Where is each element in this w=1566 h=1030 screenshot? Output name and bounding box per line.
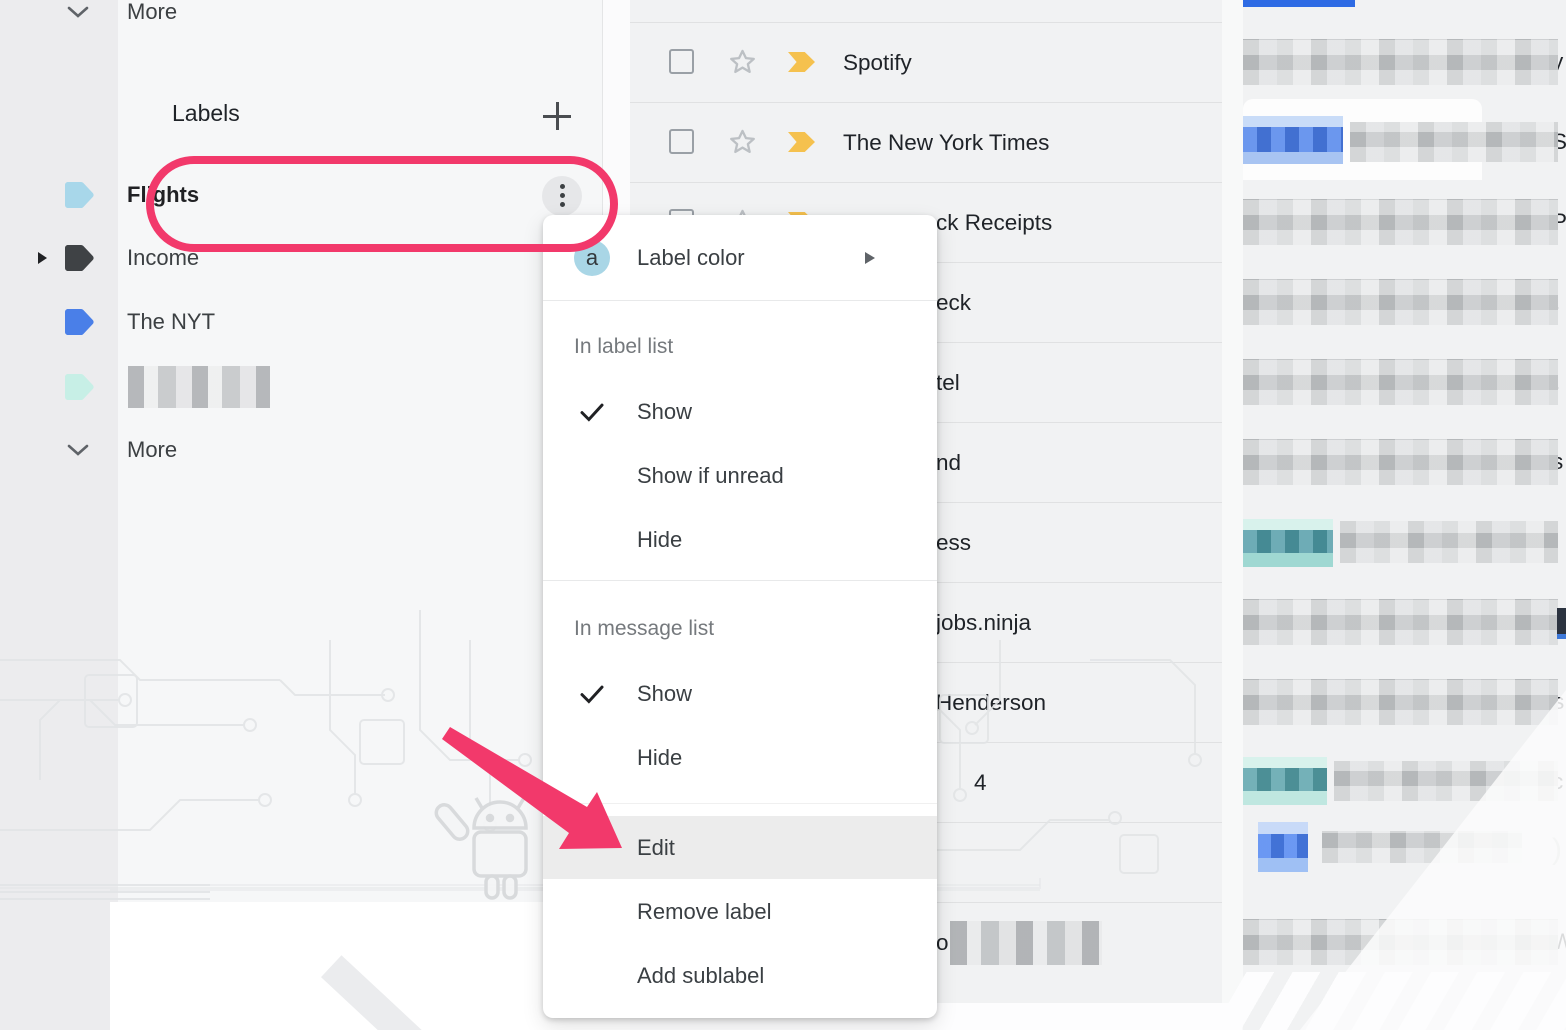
thread-count: 4 <box>974 743 987 822</box>
menu-item-label: Remove label <box>543 899 772 925</box>
star-icon[interactable] <box>726 46 759 79</box>
redacted-link-fragment <box>1243 0 1355 7</box>
sidebar-item-label: Income <box>127 245 199 271</box>
window-left-margin <box>0 0 118 1030</box>
create-label-button[interactable] <box>542 102 572 132</box>
menu-item-label: Hide <box>543 745 682 771</box>
sender-name-fragment: Henderson <box>936 663 1046 742</box>
menu-item-label: Show <box>543 399 692 425</box>
menu-item-label: Show <box>543 681 692 707</box>
sender-name-fragment: ess <box>936 503 971 582</box>
menu-item-label: Show if unread <box>543 463 784 489</box>
gmail-labels-screenshot: More Labels Flights Income The NYT More … <box>0 0 1566 1030</box>
expand-arrow-icon[interactable] <box>38 252 47 264</box>
menu-item-show-if-unread[interactable]: Show if unread <box>543 444 937 508</box>
sidebar-item-label: More <box>127 437 177 463</box>
redacted-colored-chunk <box>1243 116 1343 164</box>
label-color-avatar: a <box>574 240 610 276</box>
sidebar-item-label: Flights <box>127 182 199 208</box>
importance-marker-icon[interactable] <box>788 132 815 152</box>
redacted-subject-row <box>1243 919 1558 965</box>
menu-item-show-label-list[interactable]: Show <box>543 380 937 444</box>
list-right-gutter <box>1222 0 1243 1030</box>
sidebar-item-label: The NYT <box>127 309 215 335</box>
menu-item-show-message-list[interactable]: Show <box>543 662 937 726</box>
importance-marker-icon[interactable] <box>788 52 815 72</box>
redacted-subject-row <box>1322 831 1522 863</box>
sender-name-fragment: o <box>936 903 949 982</box>
redacted-subject-row <box>1350 122 1558 162</box>
sender-name: The New York Times <box>843 103 1049 182</box>
menu-item-remove-label[interactable]: Remove label <box>543 880 937 944</box>
label-tag-icon <box>64 374 95 400</box>
redacted-subject-row <box>1243 199 1558 245</box>
menu-item-label-color[interactable]: a Label color <box>543 215 937 301</box>
label-tag-icon <box>64 245 95 271</box>
redacted-subject-row <box>1243 599 1558 645</box>
sender-name-fragment: eck <box>936 263 971 342</box>
sender-name-fragment: jobs.ninja <box>936 583 1031 662</box>
chevron-down-icon <box>67 6 89 18</box>
redacted-subject-row <box>1340 521 1558 563</box>
label-options-button[interactable] <box>542 176 582 216</box>
select-checkbox[interactable] <box>669 49 694 74</box>
redacted-subject-row <box>1243 39 1558 85</box>
redacted-colored-chunk <box>1258 822 1308 872</box>
sender-name: Spotify <box>843 23 912 102</box>
emoji-fragment <box>1557 608 1566 639</box>
sidebar <box>118 0 603 1030</box>
redacted-subject-row <box>1243 359 1558 405</box>
submenu-arrow-icon <box>865 252 875 264</box>
mail-row[interactable]: Spotify <box>630 22 1222 102</box>
select-checkbox[interactable] <box>669 129 694 154</box>
check-icon <box>577 679 607 709</box>
sidebar-item-label: More <box>127 0 177 25</box>
menu-item-label: Add sublabel <box>543 963 764 989</box>
sender-name-fragment: tel <box>936 343 960 422</box>
sender-name-fragment: ck Receipts <box>936 183 1052 262</box>
redacted-colored-chunk <box>1243 519 1333 567</box>
redacted-subject-row <box>1243 279 1558 325</box>
menu-divider <box>543 300 937 301</box>
menu-divider <box>543 580 937 581</box>
label-options-menu: a Label color In label list Show Show if… <box>543 215 937 1018</box>
redacted-subject-row <box>1243 439 1558 485</box>
sender-name-fragment: nd <box>936 423 961 502</box>
redacted-colored-chunk <box>1243 757 1327 805</box>
menu-item-add-sublabel[interactable]: Add sublabel <box>543 944 937 1008</box>
redacted-subject-row <box>1334 761 1558 801</box>
menu-item-edit[interactable]: Edit <box>543 816 937 879</box>
star-icon[interactable] <box>726 126 759 159</box>
menu-item-hide-label-list[interactable]: Hide <box>543 508 937 572</box>
menu-item-hide-message-list[interactable]: Hide <box>543 726 937 790</box>
menu-section-header: In message list <box>574 617 714 641</box>
mail-row[interactable]: The New York Times <box>630 102 1222 182</box>
menu-section-header: In label list <box>574 335 673 359</box>
subject-fragment: ) <box>1552 833 1562 867</box>
redacted-label-name <box>128 366 270 408</box>
check-icon <box>577 397 607 427</box>
redacted-subject-row <box>1243 679 1558 725</box>
label-tag-icon <box>64 182 95 208</box>
labels-section-heading: Labels <box>172 100 240 127</box>
menu-item-label: Hide <box>543 527 682 553</box>
menu-divider <box>543 803 937 804</box>
label-tag-icon <box>64 309 95 335</box>
chevron-down-icon <box>67 444 89 456</box>
redacted-sender-block <box>950 921 1102 965</box>
menu-item-label: Edit <box>543 835 675 861</box>
